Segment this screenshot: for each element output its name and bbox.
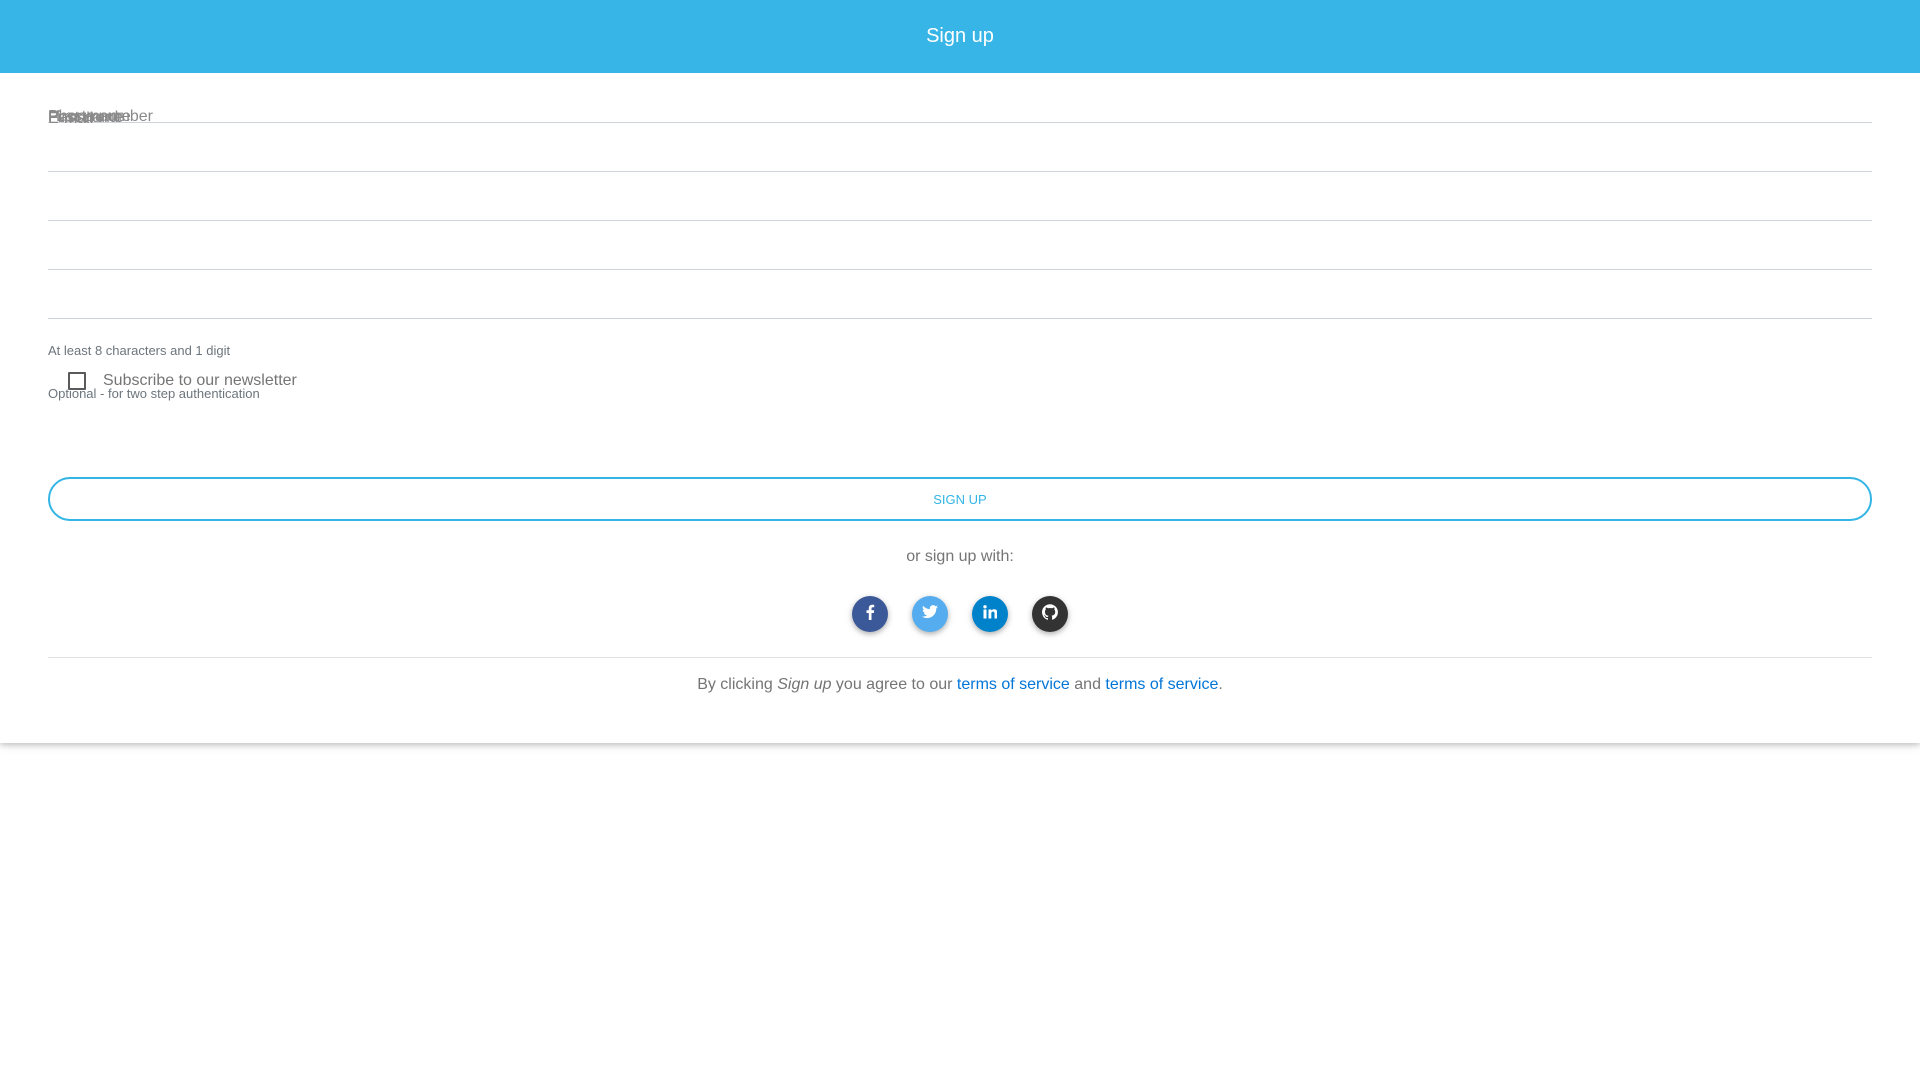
terms-middle: you agree to our xyxy=(831,676,957,693)
email-input[interactable] xyxy=(48,188,1872,218)
github-icon xyxy=(1041,603,1058,625)
email-field[interactable] xyxy=(48,171,1872,221)
last-name-input[interactable] xyxy=(48,139,1872,169)
password-input[interactable] xyxy=(48,237,1872,267)
sign-up-button[interactable]: Sign up xyxy=(48,477,1872,521)
newsletter-label[interactable]: Subscribe to our newsletter xyxy=(103,372,297,390)
terms-prefix: By clicking xyxy=(697,676,778,693)
twitter-button[interactable] xyxy=(912,596,948,632)
terms-text: By clicking Sign up you agree to our ter… xyxy=(48,676,1872,694)
sign-up-button-label: Sign up xyxy=(933,491,987,507)
terms-conjunction: and xyxy=(1069,676,1106,693)
newsletter-checkbox[interactable] xyxy=(68,372,86,390)
social-buttons xyxy=(48,596,1872,632)
terms-link-2[interactable]: terms of service xyxy=(1105,676,1218,693)
linkedin-icon xyxy=(983,604,998,624)
last-name-field[interactable] xyxy=(48,122,1872,172)
github-button[interactable] xyxy=(1032,596,1068,632)
signup-card: Sign up First name Last name E-mail Pass… xyxy=(0,0,1920,743)
facebook-button[interactable] xyxy=(852,596,888,632)
linkedin-button[interactable] xyxy=(972,596,1008,632)
terms-suffix: . xyxy=(1218,676,1223,693)
twitter-icon xyxy=(922,604,938,624)
password-help-text: At least 8 characters and 1 digit xyxy=(48,343,231,358)
phone-label-wrap: Phone number xyxy=(48,73,1872,125)
phone-input[interactable] xyxy=(48,286,1872,316)
divider xyxy=(48,657,1872,658)
password-field[interactable] xyxy=(48,220,1872,270)
terms-link-1[interactable]: terms of service xyxy=(957,676,1070,693)
page-title: Sign up xyxy=(926,25,994,47)
facebook-icon xyxy=(865,604,875,625)
card-header: Sign up xyxy=(0,0,1920,73)
terms-emphasis: Sign up xyxy=(777,676,832,693)
social-prompt: or sign up with: xyxy=(906,548,1014,565)
newsletter-row[interactable]: Subscribe to our newsletter xyxy=(68,369,297,393)
phone-field[interactable] xyxy=(48,269,1872,319)
